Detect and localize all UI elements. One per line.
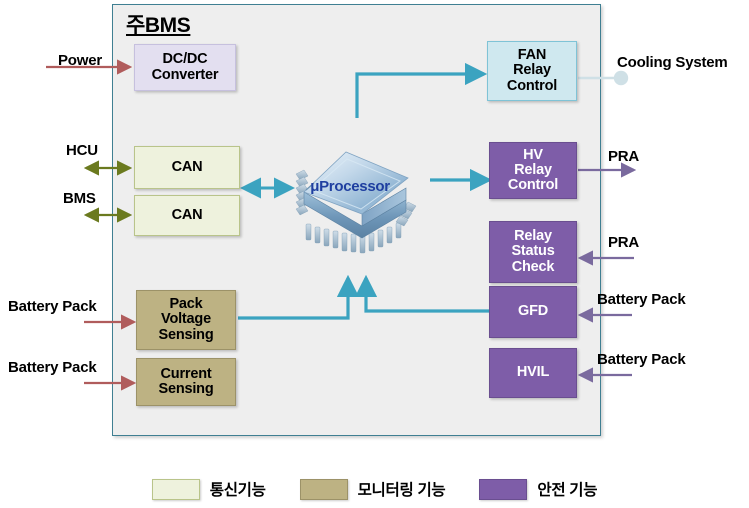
node-relay-status-check[interactable]: Relay Status Check [489, 221, 577, 283]
diagram-title: 주BMS [126, 14, 191, 37]
node-processor-label: μProcessor [310, 178, 390, 195]
node-dcdc-converter[interactable]: DC/DC Converter [134, 44, 236, 91]
node-fan-relay-label: FAN Relay Control [506, 47, 558, 94]
node-can-bms[interactable]: CAN [134, 195, 240, 236]
label-power: Power [58, 52, 103, 69]
legend-swatch-communication [151, 478, 200, 500]
legend-swatch-safety [479, 478, 528, 500]
node-hv-relay-label: HV Relay Control [507, 146, 559, 194]
node-current-sensing-label: Current Sensing [158, 365, 214, 397]
node-pack-voltage-label: Pack Voltage Sensing [158, 296, 214, 343]
node-gfd-label: GFD [517, 303, 548, 320]
legend: 통신기능 모니터링 기능 안전 기능 [0, 470, 749, 508]
legend-item-safety: 안전 기능 [479, 478, 598, 500]
diagram-root: 주BMS DC/DC Converter CAN CAN Pack Voltag… [0, 0, 749, 508]
node-pack-voltage-sensing[interactable]: Pack Voltage Sensing [136, 290, 236, 350]
node-relay-status-label: Relay Status Check [511, 228, 555, 275]
legend-item-communication: 통신기능 [151, 478, 266, 500]
legend-item-monitoring: 모니터링 기능 [299, 478, 446, 500]
label-hcu: HCU [66, 142, 98, 159]
legend-label-safety: 안전 기능 [537, 482, 598, 499]
node-gfd[interactable]: GFD [489, 286, 577, 338]
label-bms: BMS [63, 190, 96, 207]
node-dcdc-label: DC/DC Converter [151, 51, 219, 83]
node-hvil-label: HVIL [516, 364, 550, 381]
node-can-hcu-label: CAN [171, 158, 203, 175]
label-pra-hv: PRA [608, 148, 640, 165]
node-fan-relay-control[interactable]: FAN Relay Control [487, 41, 577, 101]
legend-label-monitoring: 모니터링 기능 [357, 482, 446, 499]
label-battery-pack-hvil: Battery Pack [597, 351, 686, 368]
label-battery-pack-current: Battery Pack [8, 359, 97, 376]
node-can-bms-label: CAN [171, 206, 203, 223]
label-battery-pack-voltage: Battery Pack [8, 298, 97, 315]
node-processor[interactable]: μProcessor [282, 138, 418, 258]
label-cooling-system: Cooling System [617, 54, 728, 71]
node-can-hcu[interactable]: CAN [134, 146, 240, 189]
node-hvil[interactable]: HVIL [489, 348, 577, 398]
node-current-sensing[interactable]: Current Sensing [136, 358, 236, 406]
node-hv-relay-control[interactable]: HV Relay Control [489, 142, 577, 199]
processor-chip-icon [295, 151, 417, 254]
label-pra-status: PRA [608, 234, 640, 251]
legend-swatch-monitoring [299, 478, 348, 500]
legend-label-communication: 통신기능 [209, 482, 266, 499]
label-battery-pack-gfd: Battery Pack [597, 291, 686, 308]
